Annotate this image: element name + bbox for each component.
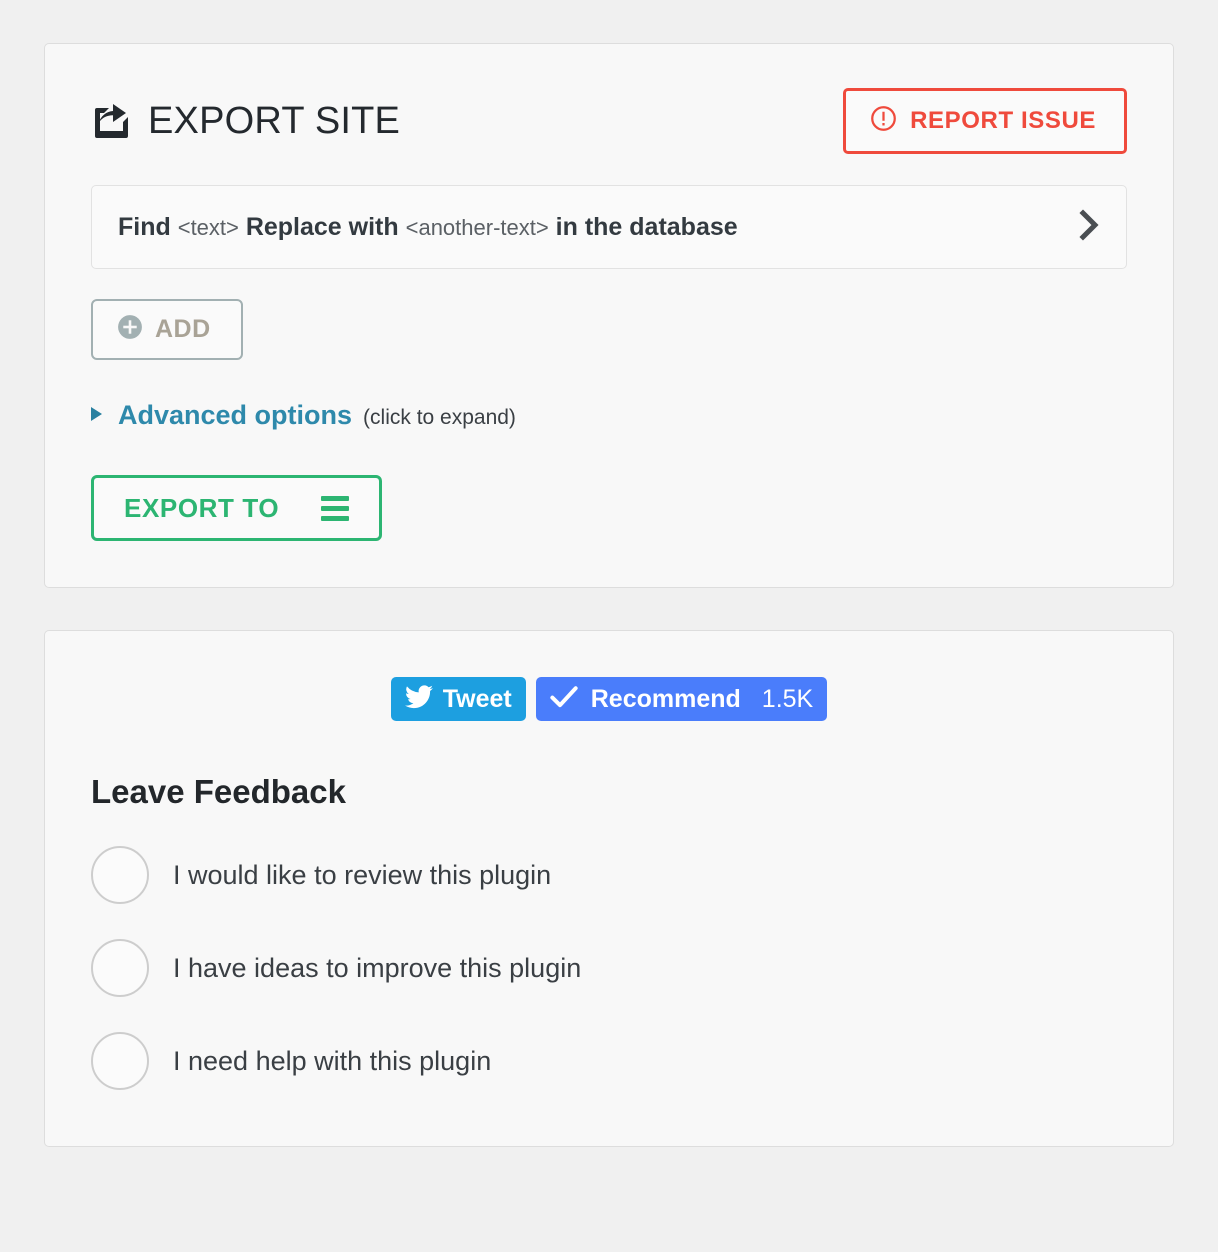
chevron-right-icon[interactable]: [1078, 208, 1100, 246]
radio-icon[interactable]: [91, 939, 149, 997]
feedback-option-label: I have ideas to improve this plugin: [173, 952, 582, 983]
report-issue-button[interactable]: REPORT ISSUE: [843, 88, 1127, 154]
check-icon: [550, 685, 578, 714]
add-button-label: ADD: [155, 315, 211, 343]
share-export-icon: [91, 99, 135, 144]
find-label: Find: [118, 212, 171, 241]
recommend-count: 1.5K: [761, 684, 814, 713]
find-replace-row[interactable]: Find <text> Replace with <another-text> …: [91, 185, 1127, 269]
find-token: <text>: [177, 214, 239, 240]
leave-feedback-title: Leave Feedback: [91, 773, 346, 810]
radio-icon[interactable]: [91, 846, 149, 904]
advanced-options-row[interactable]: Advanced options (click to expand): [91, 402, 1127, 429]
tweet-label: Tweet: [442, 684, 512, 713]
radio-icon[interactable]: [91, 1032, 149, 1090]
feedback-option-ideas[interactable]: I have ideas to improve this plugin: [91, 939, 1127, 997]
add-button[interactable]: ADD: [91, 299, 243, 360]
feedback-option-help[interactable]: I need help with this plugin: [91, 1032, 1127, 1090]
database-suffix-label: in the database: [555, 212, 738, 241]
export-site-card: EXPORT SITE REPORT ISSUE Find <text> Rep…: [44, 43, 1174, 588]
export-to-button[interactable]: EXPORT TO: [91, 475, 383, 541]
page-title-group: EXPORT SITE: [91, 99, 400, 144]
twitter-bird-icon: [404, 684, 433, 714]
hamburger-menu-icon[interactable]: [321, 495, 350, 521]
advanced-options-hint: (click to expand): [363, 406, 516, 429]
recommend-label: Recommend: [590, 684, 741, 713]
tweet-button[interactable]: Tweet: [390, 677, 526, 721]
page-title: EXPORT SITE: [148, 100, 401, 142]
advanced-options-link[interactable]: Advanced options: [118, 402, 352, 429]
feedback-card: Tweet Recommend 1.5K Leave Feedback I wo…: [44, 630, 1174, 1147]
feedback-option-review[interactable]: I would like to review this plugin: [91, 846, 1127, 904]
find-replace-text: Find <text> Replace with <another-text> …: [118, 212, 738, 241]
plus-circle-icon: [117, 314, 143, 345]
feedback-option-label: I would like to review this plugin: [173, 859, 552, 890]
feedback-option-label: I need help with this plugin: [173, 1045, 492, 1076]
exclamation-circle-icon: [870, 105, 897, 137]
social-buttons-row: Tweet Recommend 1.5K: [91, 677, 1127, 721]
export-to-label: EXPORT TO: [124, 493, 280, 523]
page-root: EXPORT SITE REPORT ISSUE Find <text> Rep…: [0, 0, 1218, 1252]
card-header: EXPORT SITE REPORT ISSUE: [91, 88, 1127, 154]
replace-with-label: Replace with: [245, 212, 399, 241]
recommend-button[interactable]: Recommend 1.5K: [535, 677, 828, 721]
triangle-right-icon: [91, 407, 102, 421]
replace-token: <another-text>: [405, 214, 549, 240]
report-issue-label: REPORT ISSUE: [910, 107, 1096, 134]
